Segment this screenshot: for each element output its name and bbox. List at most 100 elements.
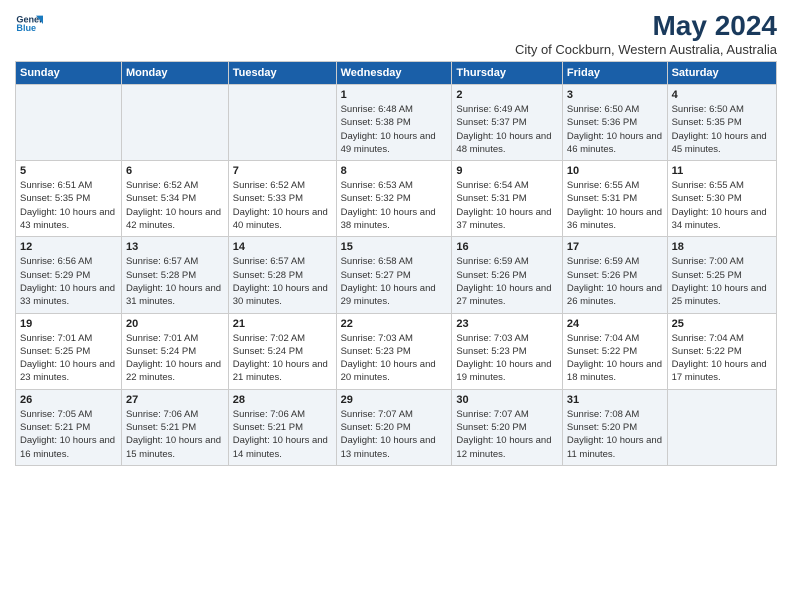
day-info: Sunrise: 7:00 AMSunset: 5:25 PMDaylight:… (672, 255, 772, 308)
day-info: Sunrise: 7:04 AMSunset: 5:22 PMDaylight:… (567, 332, 663, 385)
day-info: Sunrise: 7:08 AMSunset: 5:20 PMDaylight:… (567, 408, 663, 461)
day-number: 31 (567, 394, 663, 406)
day-info: Sunrise: 6:48 AMSunset: 5:38 PMDaylight:… (341, 103, 448, 156)
day-info: Sunrise: 6:49 AMSunset: 5:37 PMDaylight:… (456, 103, 558, 156)
calendar-table: SundayMondayTuesdayWednesdayThursdayFrid… (15, 61, 777, 466)
day-number: 8 (341, 165, 448, 177)
day-info: Sunrise: 6:52 AMSunset: 5:34 PMDaylight:… (126, 179, 224, 232)
header-day: Monday (121, 62, 228, 85)
calendar-cell (16, 85, 122, 161)
calendar-body: 1 Sunrise: 6:48 AMSunset: 5:38 PMDaylight… (16, 85, 777, 466)
day-number: 5 (20, 165, 117, 177)
day-number: 20 (126, 318, 224, 330)
day-number: 25 (672, 318, 772, 330)
day-info: Sunrise: 6:57 AMSunset: 5:28 PMDaylight:… (126, 255, 224, 308)
calendar-cell: 21 Sunrise: 7:02 AMSunset: 5:24 PMDayligh… (228, 313, 336, 389)
day-number: 24 (567, 318, 663, 330)
calendar-cell: 2 Sunrise: 6:49 AMSunset: 5:37 PMDaylight… (452, 85, 563, 161)
calendar-cell: 14 Sunrise: 6:57 AMSunset: 5:28 PMDayligh… (228, 237, 336, 313)
calendar-cell: 5 Sunrise: 6:51 AMSunset: 5:35 PMDaylight… (16, 161, 122, 237)
day-info: Sunrise: 6:50 AMSunset: 5:35 PMDaylight:… (672, 103, 772, 156)
calendar-cell: 12 Sunrise: 6:56 AMSunset: 5:29 PMDayligh… (16, 237, 122, 313)
day-info: Sunrise: 6:52 AMSunset: 5:33 PMDaylight:… (233, 179, 332, 232)
header-row: SundayMondayTuesdayWednesdayThursdayFrid… (16, 62, 777, 85)
calendar-cell: 26 Sunrise: 7:05 AMSunset: 5:21 PMDayligh… (16, 389, 122, 465)
day-info: Sunrise: 7:06 AMSunset: 5:21 PMDaylight:… (233, 408, 332, 461)
day-info: Sunrise: 7:06 AMSunset: 5:21 PMDaylight:… (126, 408, 224, 461)
calendar-cell: 1 Sunrise: 6:48 AMSunset: 5:38 PMDaylight… (336, 85, 452, 161)
day-number: 23 (456, 318, 558, 330)
header-day: Friday (562, 62, 667, 85)
day-number: 6 (126, 165, 224, 177)
day-number: 4 (672, 89, 772, 101)
day-info: Sunrise: 7:02 AMSunset: 5:24 PMDaylight:… (233, 332, 332, 385)
day-info: Sunrise: 6:56 AMSunset: 5:29 PMDaylight:… (20, 255, 117, 308)
header-day: Thursday (452, 62, 563, 85)
day-number: 22 (341, 318, 448, 330)
day-info: Sunrise: 7:07 AMSunset: 5:20 PMDaylight:… (456, 408, 558, 461)
calendar-cell: 31 Sunrise: 7:08 AMSunset: 5:20 PMDayligh… (562, 389, 667, 465)
day-info: Sunrise: 7:03 AMSunset: 5:23 PMDaylight:… (456, 332, 558, 385)
calendar-cell: 23 Sunrise: 7:03 AMSunset: 5:23 PMDayligh… (452, 313, 563, 389)
header-day: Wednesday (336, 62, 452, 85)
day-info: Sunrise: 6:59 AMSunset: 5:26 PMDaylight:… (567, 255, 663, 308)
calendar-cell: 11Sunrise: 6:55 AMSunset: 5:30 PMDayligh… (667, 161, 776, 237)
day-info: Sunrise: 6:50 AMSunset: 5:36 PMDaylight:… (567, 103, 663, 156)
day-number: 21 (233, 318, 332, 330)
calendar-cell: 7 Sunrise: 6:52 AMSunset: 5:33 PMDaylight… (228, 161, 336, 237)
day-number: 1 (341, 89, 448, 101)
calendar-cell: 17 Sunrise: 6:59 AMSunset: 5:26 PMDayligh… (562, 237, 667, 313)
day-number: 10 (567, 165, 663, 177)
calendar-cell: 22 Sunrise: 7:03 AMSunset: 5:23 PMDayligh… (336, 313, 452, 389)
calendar-cell: 29 Sunrise: 7:07 AMSunset: 5:20 PMDayligh… (336, 389, 452, 465)
svg-text:Blue: Blue (16, 23, 36, 33)
day-number: 9 (456, 165, 558, 177)
day-info: Sunrise: 6:59 AMSunset: 5:26 PMDaylight:… (456, 255, 558, 308)
calendar-cell: 24 Sunrise: 7:04 AMSunset: 5:22 PMDayligh… (562, 313, 667, 389)
calendar-cell: 3 Sunrise: 6:50 AMSunset: 5:36 PMDaylight… (562, 85, 667, 161)
day-number: 26 (20, 394, 117, 406)
day-number: 11 (672, 165, 772, 177)
calendar-cell: 9Sunrise: 6:54 AMSunset: 5:31 PMDaylight… (452, 161, 563, 237)
day-number: 17 (567, 241, 663, 253)
subtitle: City of Cockburn, Western Australia, Aus… (515, 42, 777, 57)
calendar-cell: 13 Sunrise: 6:57 AMSunset: 5:28 PMDayligh… (121, 237, 228, 313)
day-info: Sunrise: 7:05 AMSunset: 5:21 PMDaylight:… (20, 408, 117, 461)
day-number: 3 (567, 89, 663, 101)
calendar-cell: 30 Sunrise: 7:07 AMSunset: 5:20 PMDayligh… (452, 389, 563, 465)
day-number: 7 (233, 165, 332, 177)
calendar-cell: 15 Sunrise: 6:58 AMSunset: 5:27 PMDayligh… (336, 237, 452, 313)
day-number: 18 (672, 241, 772, 253)
logo-icon: General Blue (15, 10, 43, 38)
day-number: 29 (341, 394, 448, 406)
calendar-cell: 20Sunrise: 7:01 AMSunset: 5:24 PMDayligh… (121, 313, 228, 389)
calendar-cell: 18 Sunrise: 7:00 AMSunset: 5:25 PMDayligh… (667, 237, 776, 313)
day-number: 15 (341, 241, 448, 253)
day-info: Sunrise: 6:51 AMSunset: 5:35 PMDaylight:… (20, 179, 117, 232)
header-day: Sunday (16, 62, 122, 85)
calendar-cell: 4 Sunrise: 6:50 AMSunset: 5:35 PMDaylight… (667, 85, 776, 161)
day-info: Sunrise: 6:57 AMSunset: 5:28 PMDaylight:… (233, 255, 332, 308)
day-info: Sunrise: 7:04 AMSunset: 5:22 PMDaylight:… (672, 332, 772, 385)
logo: General Blue (15, 10, 43, 38)
day-number: 28 (233, 394, 332, 406)
main-title: May 2024 (515, 10, 777, 42)
day-number: 13 (126, 241, 224, 253)
day-number: 16 (456, 241, 558, 253)
day-number: 12 (20, 241, 117, 253)
day-info: Sunrise: 7:03 AMSunset: 5:23 PMDaylight:… (341, 332, 448, 385)
day-info: Sunrise: 7:01 AMSunset: 5:25 PMDaylight:… (20, 332, 117, 385)
day-number: 19 (20, 318, 117, 330)
calendar-header: SundayMondayTuesdayWednesdayThursdayFrid… (16, 62, 777, 85)
calendar-cell: 25 Sunrise: 7:04 AMSunset: 5:22 PMDayligh… (667, 313, 776, 389)
day-number: 14 (233, 241, 332, 253)
day-number: 30 (456, 394, 558, 406)
calendar-cell (228, 85, 336, 161)
day-info: Sunrise: 7:07 AMSunset: 5:20 PMDaylight:… (341, 408, 448, 461)
day-info: Sunrise: 6:53 AMSunset: 5:32 PMDaylight:… (341, 179, 448, 232)
day-info: Sunrise: 6:58 AMSunset: 5:27 PMDaylight:… (341, 255, 448, 308)
calendar-week-row: 1 Sunrise: 6:48 AMSunset: 5:38 PMDaylight… (16, 85, 777, 161)
day-number: 2 (456, 89, 558, 101)
day-number: 27 (126, 394, 224, 406)
calendar-cell: 19 Sunrise: 7:01 AMSunset: 5:25 PMDayligh… (16, 313, 122, 389)
